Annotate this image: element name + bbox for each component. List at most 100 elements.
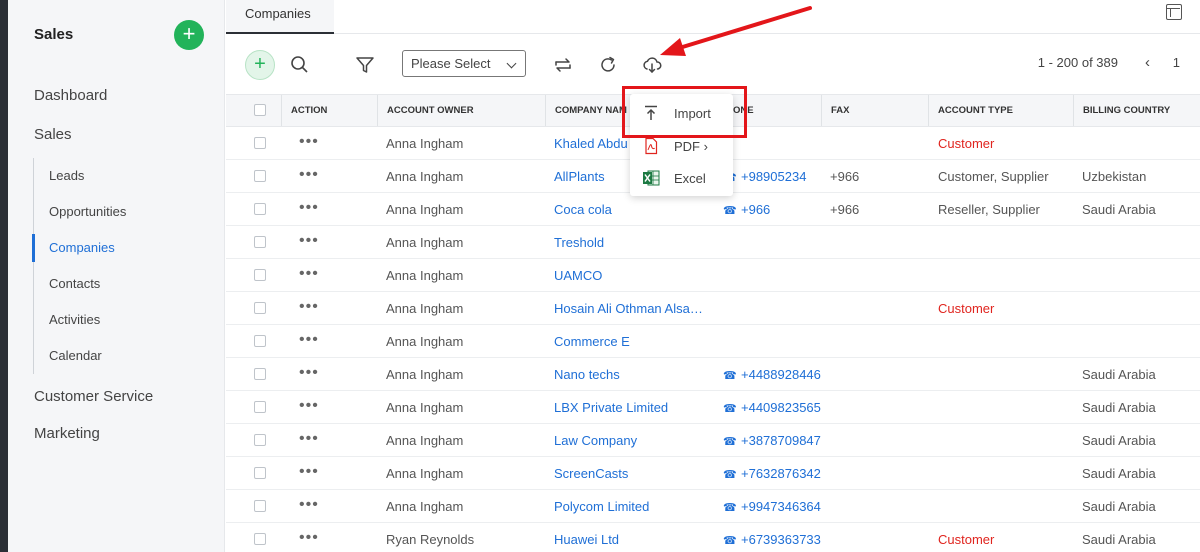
- table-row[interactable]: ••• Anna Ingham Polycom Limited ☎ +994734636…: [226, 490, 1200, 523]
- row-checkbox[interactable]: [254, 401, 266, 413]
- tab-bar: Companies: [226, 0, 1200, 34]
- sidebar-item-marketing[interactable]: Marketing: [34, 425, 100, 442]
- row-actions-icon[interactable]: •••: [299, 397, 319, 415]
- table-row[interactable]: ••• Anna Ingham Nano techs ☎ +4488928446 Saud…: [226, 358, 1200, 391]
- excel-icon: [643, 170, 660, 186]
- sidebar-item-contacts[interactable]: Contacts: [49, 276, 100, 291]
- view-select-value: Please Select: [411, 56, 491, 71]
- row-checkbox[interactable]: [254, 335, 266, 347]
- table-row[interactable]: ••• Anna Ingham Commerce E: [226, 325, 1200, 358]
- table-row[interactable]: ••• Anna Ingham UAMCO: [226, 259, 1200, 292]
- row-checkbox[interactable]: [254, 533, 266, 545]
- row-actions-icon[interactable]: •••: [299, 496, 319, 514]
- row-checkbox[interactable]: [254, 500, 266, 512]
- tab-companies[interactable]: Companies: [226, 0, 334, 34]
- col-billing-country[interactable]: BILLING COUNTRY: [1073, 95, 1193, 126]
- billing-country-cell: Saudi Arabia: [1082, 202, 1156, 217]
- row-checkbox[interactable]: [254, 137, 266, 149]
- phone-value: +7632876342: [741, 466, 821, 481]
- phone-cell[interactable]: ☎ +3878709847: [723, 433, 835, 448]
- table-row[interactable]: ••• Anna Ingham LBX Private Limited ☎ +44098…: [226, 391, 1200, 424]
- billing-country-cell: Uzbekistan: [1082, 169, 1147, 184]
- row-checkbox[interactable]: [254, 302, 266, 314]
- table-row[interactable]: ••• Anna Ingham Treshold: [226, 226, 1200, 259]
- table-row[interactable]: ••• Anna Ingham Hosain Ali Othman Alsa… Cus…: [226, 292, 1200, 325]
- search-icon[interactable]: [289, 54, 311, 76]
- row-actions-icon[interactable]: •••: [299, 232, 319, 250]
- phone-icon: ☎: [723, 436, 737, 448]
- row-actions-icon[interactable]: •••: [299, 166, 319, 184]
- phone-value: +4409823565: [741, 400, 821, 415]
- row-checkbox[interactable]: [254, 467, 266, 479]
- row-actions-icon[interactable]: •••: [299, 199, 319, 217]
- select-all-checkbox[interactable]: [254, 104, 266, 116]
- sidebar-item-leads[interactable]: Leads: [49, 168, 84, 183]
- view-select[interactable]: Please Select: [402, 50, 526, 77]
- row-actions-icon[interactable]: •••: [299, 430, 319, 448]
- row-checkbox[interactable]: [254, 269, 266, 281]
- row-actions-icon[interactable]: •••: [299, 364, 319, 382]
- filter-icon[interactable]: [354, 54, 376, 76]
- company-name-cell[interactable]: Hosain Ali Othman Alsa…: [554, 301, 706, 316]
- row-actions-icon[interactable]: •••: [299, 133, 319, 151]
- company-name-cell[interactable]: UAMCO: [554, 268, 706, 283]
- page-number[interactable]: 1: [1173, 55, 1180, 70]
- row-checkbox[interactable]: [254, 434, 266, 446]
- company-name-cell[interactable]: Coca cola: [554, 202, 706, 217]
- company-name-cell[interactable]: LBX Private Limited: [554, 400, 706, 415]
- sidebar-item-opportunities[interactable]: Opportunities: [49, 204, 126, 219]
- col-action[interactable]: ACTION: [281, 95, 377, 126]
- company-name-cell[interactable]: Nano techs: [554, 367, 706, 382]
- sidebar-item-sales[interactable]: Sales: [34, 126, 72, 143]
- cloud-download-icon[interactable]: [641, 54, 663, 76]
- table-row[interactable]: ••• Ryan Reynolds Huawei Ltd ☎ +6739363733 Cu…: [226, 523, 1200, 552]
- company-name-cell[interactable]: Law Company: [554, 433, 706, 448]
- refresh-icon[interactable]: [597, 54, 619, 76]
- sidebar-item-calendar[interactable]: Calendar: [49, 348, 102, 363]
- row-checkbox[interactable]: [254, 203, 266, 215]
- company-name-cell[interactable]: Polycom Limited: [554, 499, 706, 514]
- sidebar: Sales + Dashboard Sales Leads Opportunit…: [8, 0, 225, 552]
- company-name-cell[interactable]: Huawei Ltd: [554, 532, 706, 547]
- company-name-cell[interactable]: ScreenCasts: [554, 466, 706, 481]
- col-account-owner[interactable]: ACCOUNT OWNER: [377, 95, 545, 126]
- sidebar-item-customer-service[interactable]: Customer Service: [34, 388, 153, 405]
- phone-cell[interactable]: ☎ +966: [723, 202, 835, 217]
- row-actions-icon[interactable]: •••: [299, 463, 319, 481]
- row-actions-icon[interactable]: •••: [299, 529, 319, 547]
- swap-icon[interactable]: [552, 54, 574, 76]
- sidebar-item-dashboard[interactable]: Dashboard: [34, 87, 107, 104]
- account-owner-cell: Anna Ingham: [386, 499, 464, 514]
- table-row[interactable]: ••• Anna Ingham Law Company ☎ +3878709847 Sau…: [226, 424, 1200, 457]
- company-name-cell[interactable]: Commerce E: [554, 334, 706, 349]
- col-account-type[interactable]: ACCOUNT TYPE: [928, 95, 1073, 126]
- table-row[interactable]: ••• Anna Ingham Coca cola ☎ +966 +966 Reseller…: [226, 193, 1200, 226]
- phone-cell[interactable]: ☎ +4409823565: [723, 400, 835, 415]
- add-company-button[interactable]: +: [245, 50, 275, 80]
- table-row[interactable]: ••• Anna Ingham ScreenCasts ☎ +7632876342 Sau…: [226, 457, 1200, 490]
- phone-cell[interactable]: ☎ +6739363733: [723, 532, 835, 547]
- sidebar-item-companies[interactable]: Companies: [49, 240, 115, 255]
- active-indicator: [32, 234, 35, 262]
- company-name-cell[interactable]: Treshold: [554, 235, 706, 250]
- phone-cell[interactable]: ☎+98905234: [723, 169, 835, 184]
- row-checkbox[interactable]: [254, 236, 266, 248]
- phone-cell[interactable]: ☎ +9947346364: [723, 499, 835, 514]
- row-actions-icon[interactable]: •••: [299, 265, 319, 283]
- layout-icon[interactable]: [1166, 4, 1182, 20]
- row-checkbox[interactable]: [254, 170, 266, 182]
- phone-cell[interactable]: ☎ +4488928446: [723, 367, 835, 382]
- prev-page-icon[interactable]: ‹: [1145, 54, 1150, 71]
- account-owner-cell: Ryan Reynolds: [386, 532, 475, 547]
- sidebar-add-button[interactable]: +: [174, 20, 204, 50]
- col-fax[interactable]: FAX: [821, 95, 928, 126]
- billing-country-cell: Saudi Arabia: [1082, 532, 1156, 547]
- app-root: Sales + Dashboard Sales Leads Opportunit…: [0, 0, 1200, 552]
- row-actions-icon[interactable]: •••: [299, 298, 319, 316]
- main-content: Companies + Please Select 1 - 200 of 389…: [226, 0, 1200, 552]
- row-actions-icon[interactable]: •••: [299, 331, 319, 349]
- sidebar-item-activities[interactable]: Activities: [49, 312, 100, 327]
- phone-value: +3878709847: [741, 433, 821, 448]
- phone-cell[interactable]: ☎ +7632876342: [723, 466, 835, 481]
- row-checkbox[interactable]: [254, 368, 266, 380]
